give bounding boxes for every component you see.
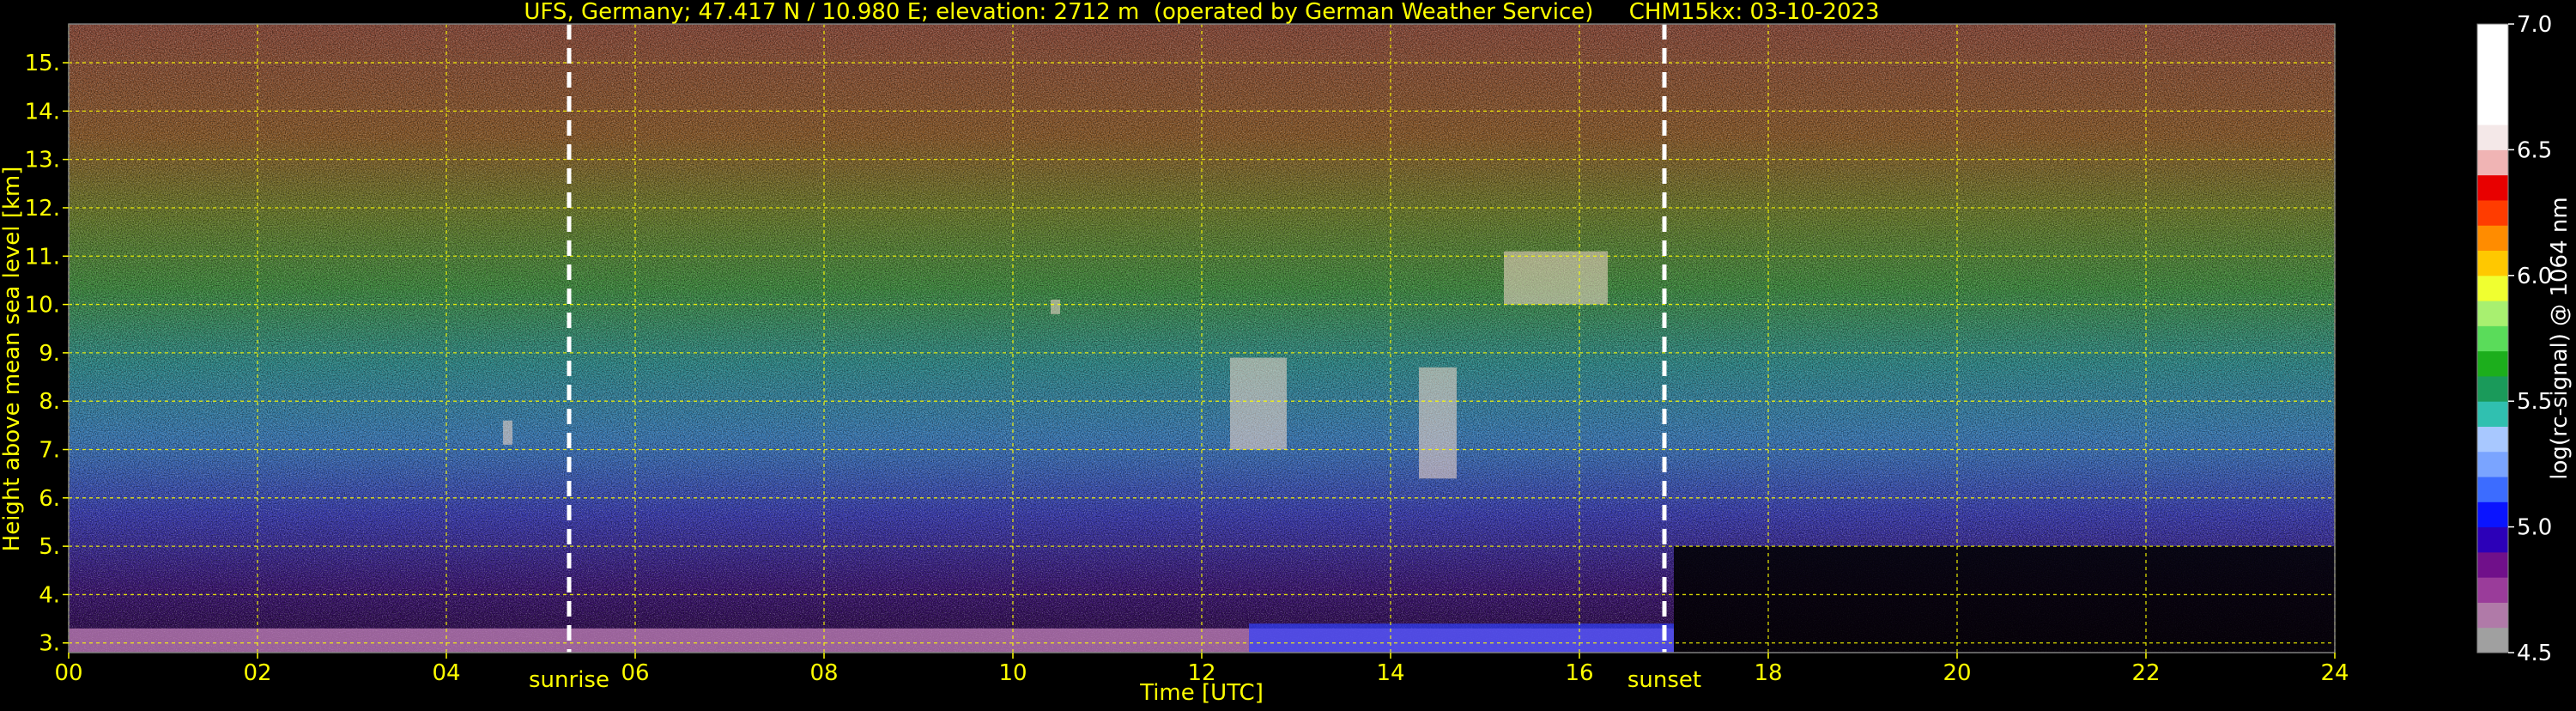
colorbar-swatch-16 <box>2477 225 2508 252</box>
y-tick-label-12: 15. <box>25 51 60 76</box>
cloud-patch-2 <box>1504 251 1608 305</box>
colorbar-swatch-6 <box>2477 477 2508 502</box>
colorbar-tick-label-0: 4.5 <box>2517 641 2552 666</box>
x-tick-label-5: 10 <box>998 660 1027 686</box>
colorbar-tick-label-5: 7.0 <box>2517 12 2552 38</box>
y-tick-label-9: 12. <box>25 196 60 222</box>
colorbar-tick-label-1: 5.0 <box>2517 515 2552 541</box>
x-tick-label-11: 22 <box>2131 660 2160 686</box>
x-tick-label-7: 14 <box>1376 660 1404 686</box>
cloud-patch-4 <box>503 420 512 445</box>
x-tick-label-0: 00 <box>54 660 82 686</box>
aerosol-layer-strong <box>1249 623 1674 653</box>
colorbar-swatch-12 <box>2477 325 2508 352</box>
colorbar-swatch-15 <box>2477 250 2508 276</box>
x-tick-label-2: 04 <box>432 660 460 686</box>
x-tick-label-1: 02 <box>243 660 271 686</box>
y-tick-label-5: 8. <box>39 389 60 415</box>
colorbar-swatch-9 <box>2477 401 2508 427</box>
colorbar-swatch-20 <box>2477 125 2508 150</box>
y-tick-label-10: 13. <box>25 148 60 173</box>
cloud-patch-3 <box>1051 299 1060 314</box>
colorbar-swatch-0 <box>2477 627 2508 653</box>
colorbar-swatch-4 <box>2477 526 2508 553</box>
colorbar: 4.55.05.56.06.57.0log(rc-signal) @ 1064 … <box>2476 12 2573 666</box>
colorbar-swatch-1 <box>2477 602 2508 629</box>
colorbar-swatch-14 <box>2477 275 2508 301</box>
x-tick-label-8: 16 <box>1565 660 1593 686</box>
y-tick-label-0: 3. <box>39 631 60 657</box>
x-tick-label-3: 06 <box>621 660 649 686</box>
colorbar-swatch-7 <box>2477 451 2508 477</box>
colorbar-swatch-11 <box>2477 350 2508 377</box>
colorbar-swatch-2 <box>2477 577 2508 603</box>
y-tick-label-11: 14. <box>25 99 60 125</box>
x-tick-label-4: 08 <box>809 660 838 686</box>
colorbar-swatch-5 <box>2477 501 2508 528</box>
x-tick-label-9: 18 <box>1754 660 1782 686</box>
colorbar-swatch-10 <box>2477 375 2508 402</box>
colorbar-swatch-8 <box>2477 426 2508 453</box>
y-tick-label-8: 11. <box>25 244 60 270</box>
y-tick-label-2: 5. <box>39 534 60 560</box>
ceilometer-plot: sunrise sunset 00 02 04 06 08 10 12 14 16 18 20 22 24… <box>0 0 2576 708</box>
chart-title: UFS, Germany; 47.417 N / 10.980 E; eleva… <box>524 0 1879 25</box>
cloud-patch-0 <box>1230 357 1287 450</box>
colorbar-label: log(rc-signal) @ 1064 nm <box>2547 197 2573 479</box>
y-tick-label-4: 7. <box>39 438 60 464</box>
x-tick-label-10: 20 <box>1943 660 1971 686</box>
colorbar-swatch-21 <box>2477 24 2508 125</box>
colorbar-swatch-18 <box>2477 174 2508 201</box>
chart-svg: sunrise sunset 00 02 04 06 08 10 12 14 16 18 20 22 24… <box>0 0 2573 706</box>
y-tick-label-6: 9. <box>39 341 60 367</box>
plot-area <box>69 24 2335 653</box>
colorbar-swatch-17 <box>2477 199 2508 226</box>
x-tick-label-12: 24 <box>2320 660 2349 686</box>
marker-label-sunrise: sunrise <box>529 667 609 693</box>
x-axis-label: Time [UTC] <box>1139 680 1264 706</box>
colorbar-swatch-3 <box>2477 551 2508 578</box>
y-tick-label-3: 6. <box>39 486 60 512</box>
clear-night-region <box>1674 546 2335 653</box>
colorbar-tick-label-4: 6.5 <box>2517 137 2552 163</box>
colorbar-swatch-13 <box>2477 301 2508 326</box>
cloud-patch-1 <box>1419 367 1457 479</box>
y-tick-label-1: 4. <box>39 582 60 608</box>
colorbar-swatch-19 <box>2477 149 2508 176</box>
y-tick-label-7: 10. <box>25 293 60 319</box>
y-axis-label: Height above mean sea level [km] <box>0 167 25 552</box>
marker-label-sunset: sunset <box>1627 667 1701 693</box>
